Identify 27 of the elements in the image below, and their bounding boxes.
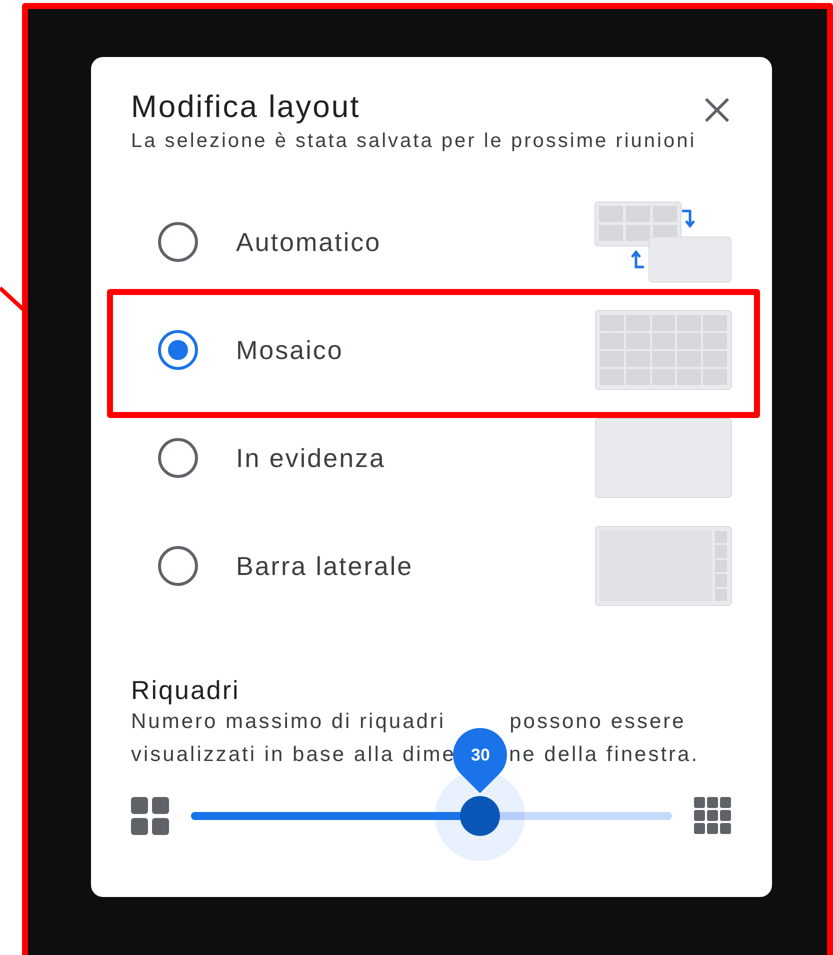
close-icon[interactable] [702, 95, 732, 125]
option-label: Automatico [236, 226, 382, 258]
dialog-title: Modifica layout [131, 88, 360, 126]
slider-track[interactable] [191, 812, 672, 820]
radio-button[interactable] [158, 330, 198, 370]
sidebar-layout-icon [595, 526, 732, 606]
small-grid-icon [131, 797, 169, 835]
radio-button[interactable] [158, 222, 198, 262]
layout-option[interactable]: Barra laterale [131, 512, 732, 620]
spotlight-layout-icon [595, 418, 732, 498]
auto-layout-icon [594, 201, 732, 283]
large-grid-icon [694, 797, 732, 835]
layout-option[interactable]: Mosaico [131, 296, 732, 404]
option-label: In evidenza [236, 442, 386, 474]
option-label: Mosaico [236, 334, 344, 366]
tiles-layout-icon [595, 310, 732, 390]
layout-option[interactable]: In evidenza [131, 404, 732, 512]
layout-option[interactable]: Automatico [131, 188, 732, 296]
section-title: Riquadri [131, 675, 240, 705]
description-text: visualizzati in base alla dime [131, 742, 456, 768]
option-label: Barra laterale [236, 550, 414, 582]
description-text: ne della finestra. [508, 742, 700, 768]
dialog-subtitle: La selezione è stata salvata per le prossime riunioni [131, 129, 696, 154]
radio-button[interactable] [158, 438, 198, 478]
description-text: Numero massimo di riquadri [131, 709, 446, 735]
description-text: possono essere [510, 709, 686, 735]
radio-button[interactable] [158, 546, 198, 586]
